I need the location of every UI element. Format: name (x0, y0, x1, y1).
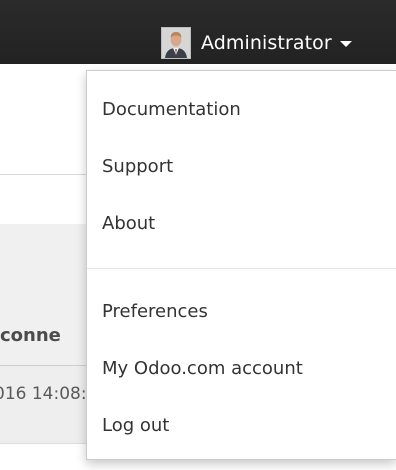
user-avatar-icon (161, 27, 191, 59)
menu-item-odoo-account[interactable]: My Odoo.com account (102, 358, 303, 379)
table-header (0, 365, 100, 443)
table-column-header[interactable]: conne (0, 325, 61, 346)
table-row[interactable] (0, 443, 100, 470)
menu-item-preferences[interactable]: Preferences (102, 301, 208, 322)
menu-divider (87, 268, 396, 269)
caret-down-icon (339, 41, 352, 47)
top-navbar: Administrator (0, 0, 396, 64)
menu-item-log-out[interactable]: Log out (102, 415, 169, 436)
menu-item-support[interactable]: Support (102, 156, 173, 177)
background-divider (0, 174, 100, 175)
menu-item-about[interactable]: About (102, 213, 155, 234)
user-menu-toggle[interactable]: Administrator (161, 26, 352, 60)
user-dropdown-menu: Documentation Support About Preferences … (86, 70, 396, 460)
menu-item-documentation[interactable]: Documentation (102, 99, 241, 120)
user-name-label: Administrator (201, 32, 332, 54)
